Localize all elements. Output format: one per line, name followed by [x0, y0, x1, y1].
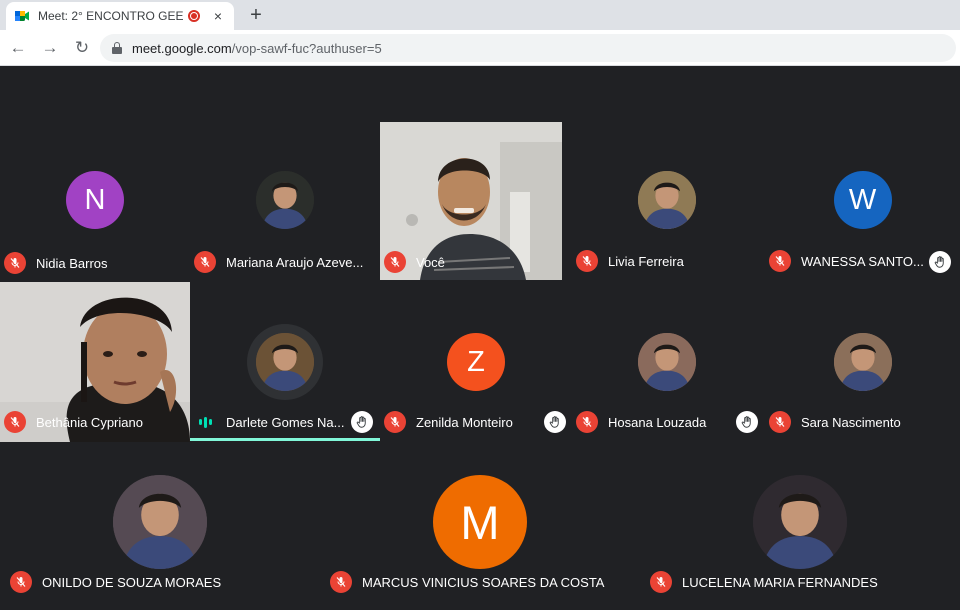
participant-avatar	[113, 475, 207, 569]
mic-off-icon	[4, 252, 26, 274]
mic-off-icon	[769, 411, 791, 433]
participant-tile-zenilda-monteiro[interactable]: Z Zenilda Monteiro	[380, 282, 572, 442]
address-bar[interactable]: meet.google.com/vop-sawf-fuc?authuser=5	[100, 34, 956, 62]
browser-tab-strip: Meet: 2° ENCONTRO GEERE × +	[0, 0, 960, 30]
participant-tile-marcus-vinicius-soares-da-costa[interactable]: M MARCUS VINICIUS SOARES DA COSTA	[320, 444, 640, 604]
raised-hand-icon	[929, 251, 951, 273]
mic-off-icon	[576, 250, 598, 272]
reload-button[interactable]: ↻	[68, 34, 96, 62]
participant-name-row: MARCUS VINICIUS SOARES DA COSTA	[330, 571, 604, 593]
participant-name: Darlete Gomes Na...	[226, 414, 345, 430]
url-host: meet.google.com	[132, 40, 232, 56]
url-path: /vop-sawf-fuc?authuser=5	[231, 40, 382, 56]
participant-avatar: W	[833, 171, 892, 229]
active-speaker-bar	[190, 438, 380, 441]
participant-tile-sara-nascimento[interactable]: Sara Nascimento	[765, 282, 960, 442]
audio-level-icon	[194, 411, 216, 433]
forward-button[interactable]: →	[36, 34, 64, 62]
mic-off-icon	[576, 411, 598, 433]
participant-name-row: Zenilda Monteiro	[384, 411, 513, 433]
raised-hand-icon	[351, 411, 373, 433]
mic-off-icon	[10, 571, 32, 593]
participant-tile-nidia-barros[interactable]: N Nidia Barros	[0, 122, 190, 280]
participant-name: MARCUS VINICIUS SOARES DA COSTA	[362, 574, 605, 590]
participant-name-row: Você	[384, 251, 445, 273]
mic-off-icon	[194, 251, 216, 273]
mic-off-icon	[769, 250, 791, 272]
participant-name: Bethânia Cypriano	[36, 414, 143, 430]
meet-header-area	[0, 67, 960, 121]
participant-name-row: ONILDO DE SOUZA MORAES	[10, 571, 221, 593]
participant-name: Nidia Barros	[36, 255, 108, 271]
mic-off-icon	[330, 571, 352, 593]
back-button[interactable]: ←	[4, 34, 32, 62]
browser-toolbar: ← → ↻ meet.google.com/vop-sawf-fuc?authu…	[0, 30, 960, 66]
participant-tile-wanessa-santo[interactable]: W WANESSA SANTO...	[765, 122, 960, 280]
participant-name-row: Livia Ferreira	[576, 250, 684, 272]
participant-avatar	[638, 171, 696, 229]
participant-name: Mariana Araujo Azeve...	[226, 254, 364, 270]
participant-avatar	[638, 333, 696, 391]
participant-name: ONILDO DE SOUZA MORAES	[42, 574, 222, 590]
participant-name-row: Bethânia Cypriano	[4, 411, 143, 433]
participant-name: Hosana Louzada	[608, 414, 707, 430]
mic-off-icon	[4, 411, 26, 433]
participant-avatar	[256, 171, 314, 229]
participant-avatar	[256, 333, 314, 391]
raised-hand-icon	[544, 411, 566, 433]
participant-name-row: Mariana Araujo Azeve...	[194, 251, 363, 273]
participant-tile-lucelena-maria-fernandes[interactable]: LUCELENA MARIA FERNANDES	[640, 444, 960, 604]
participant-name-row: Hosana Louzada	[576, 411, 706, 433]
participant-tile-darlete-gomes-na[interactable]: Darlete Gomes Na...	[190, 282, 380, 442]
recording-icon	[188, 10, 200, 22]
mic-off-icon	[384, 411, 406, 433]
participant-name-row: Sara Nascimento	[769, 411, 901, 433]
participant-name: Livia Ferreira	[608, 253, 684, 269]
participant-name-row: LUCELENA MARIA FERNANDES	[650, 571, 878, 593]
participant-avatar: N	[66, 171, 124, 229]
participant-name: Você	[416, 254, 445, 270]
participant-tile-hosana-louzada[interactable]: Hosana Louzada	[572, 282, 762, 442]
participant-name-row: Nidia Barros	[4, 252, 108, 274]
mic-off-icon	[384, 251, 406, 273]
google-meet-icon	[14, 8, 30, 24]
new-tab-button[interactable]: +	[244, 3, 268, 27]
participant-avatar	[833, 333, 892, 391]
participant-tile-mariana-araujo-azeve[interactable]: Mariana Araujo Azeve...	[190, 122, 380, 280]
participant-avatar: Z	[447, 333, 505, 391]
participant-tile-onildo-de-souza-moraes[interactable]: ONILDO DE SOUZA MORAES	[0, 444, 320, 604]
mic-off-icon	[650, 571, 672, 593]
participant-avatar: M	[433, 475, 527, 569]
participant-tile-bethania-cypriano[interactable]: Bethânia Cypriano	[0, 282, 190, 442]
participant-name: WANESSA SANTO...	[801, 253, 924, 269]
participant-tile-voce[interactable]: Você	[380, 122, 562, 280]
tab-close-button[interactable]: ×	[210, 8, 226, 24]
participant-name: Sara Nascimento	[801, 414, 901, 430]
participant-avatar	[753, 475, 847, 569]
participant-name: Zenilda Monteiro	[416, 414, 513, 430]
participant-name-row: WANESSA SANTO...	[769, 250, 924, 272]
participant-name-row: Darlete Gomes Na...	[194, 411, 345, 433]
tab-title: Meet: 2° ENCONTRO GEERE	[38, 9, 184, 23]
raised-hand-icon	[736, 411, 758, 433]
participant-tile-livia-ferreira[interactable]: Livia Ferreira	[572, 122, 762, 280]
lock-icon	[112, 42, 122, 54]
participant-name: LUCELENA MARIA FERNANDES	[682, 574, 878, 590]
url-text: meet.google.com/vop-sawf-fuc?authuser=5	[132, 41, 382, 56]
browser-tab[interactable]: Meet: 2° ENCONTRO GEERE ×	[6, 2, 234, 30]
